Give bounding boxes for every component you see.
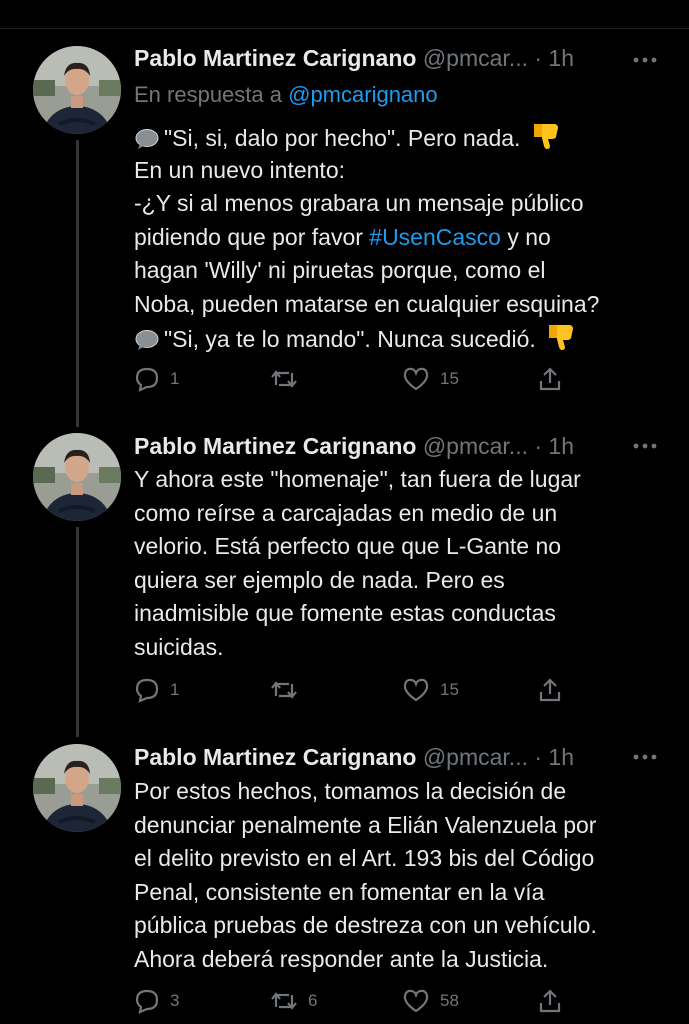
tweet-line: -¿Y si al menos grabara un mensaje públi… bbox=[134, 190, 584, 216]
tweet-line: Penal, consistente en fomentar en la vía bbox=[134, 878, 545, 905]
reply-icon bbox=[135, 367, 159, 392]
tweet-line: En un nuevo intento: bbox=[134, 156, 345, 183]
timestamp[interactable]: · 1h bbox=[534, 744, 574, 770]
tweet-line: Ahora deberá responder ante la Justicia. bbox=[134, 945, 549, 972]
tweet-line: "Si, si, dalo por hecho". Pero nada. bbox=[134, 120, 664, 154]
like-button[interactable]: 15 bbox=[402, 675, 459, 705]
like-button[interactable]: 58 bbox=[402, 986, 459, 1016]
tweet-line: suicidas. bbox=[134, 633, 224, 660]
author-name[interactable]: Pablo Martinez Carignano bbox=[134, 45, 416, 71]
timestamp[interactable]: · 1h bbox=[534, 45, 574, 71]
thumbs-down-icon bbox=[549, 325, 574, 350]
share-icon bbox=[539, 367, 561, 391]
tweet-line: inadmisible que fomente estas conductas bbox=[134, 600, 556, 626]
retweet-button[interactable]: 6 bbox=[270, 986, 317, 1016]
tweet-line: quiera ser ejemplo de nada. Pero es bbox=[134, 566, 505, 593]
tweet-header: Pablo Martinez Carignano @pmcar... · 1h bbox=[134, 742, 574, 772]
reply-icon bbox=[135, 678, 159, 703]
reply-to-handle[interactable]: @pmcarignano bbox=[288, 82, 438, 107]
retweet-icon bbox=[271, 992, 297, 1010]
retweet-icon[interactable] bbox=[270, 0, 292, 8]
profile-photo-icon bbox=[33, 46, 121, 134]
previous-tweet-action-bar bbox=[0, 0, 689, 29]
tweet-line: pidiendo que por favor #UsenCasco y no bbox=[134, 223, 551, 250]
like-icon bbox=[403, 989, 429, 1013]
avatar[interactable] bbox=[33, 433, 121, 521]
reply-count: 1 bbox=[170, 680, 180, 699]
author-handle[interactable]: @pmcar... bbox=[423, 45, 528, 71]
share-icon bbox=[539, 989, 561, 1013]
tweet-actions: 3 6 58 bbox=[134, 986, 574, 1016]
reply-icon bbox=[135, 989, 159, 1014]
author-name[interactable]: Pablo Martinez Carignano bbox=[134, 433, 416, 459]
reply-button[interactable]: 1 bbox=[134, 364, 179, 394]
like-icon bbox=[403, 367, 429, 391]
hashtag-link[interactable]: #UsenCasco bbox=[369, 224, 501, 250]
tweet-header: Pablo Martinez Carignano @pmcar... · 1h bbox=[134, 43, 574, 73]
tweet-actions: 1 15 bbox=[134, 364, 574, 394]
like-count: 15 bbox=[440, 680, 459, 699]
timestamp[interactable]: · 1h bbox=[534, 433, 574, 459]
reply-count: 3 bbox=[170, 991, 180, 1010]
more-icon[interactable] bbox=[630, 436, 660, 456]
retweet-count: 6 bbox=[308, 991, 318, 1010]
retweet-button[interactable] bbox=[270, 364, 308, 394]
tweet-line: Noba, pueden matarse en cualquier esquin… bbox=[134, 290, 600, 317]
reply-button[interactable]: 1 bbox=[134, 675, 179, 705]
reply-icon[interactable] bbox=[100, 0, 122, 8]
tweet-line: como reírse a carcajadas en medio de un bbox=[134, 499, 558, 526]
like-count: 58 bbox=[440, 991, 459, 1010]
reply-button[interactable]: 3 bbox=[134, 986, 179, 1016]
avatar[interactable] bbox=[33, 46, 121, 134]
tweet-line: "Si, ya te lo mando". Nunca sucedió. bbox=[134, 321, 664, 355]
thumbs-down-icon bbox=[533, 124, 558, 149]
retweet-icon bbox=[271, 681, 297, 699]
speech-bubble-icon bbox=[135, 330, 159, 350]
profile-photo-icon bbox=[33, 744, 121, 832]
retweet-button[interactable] bbox=[270, 675, 308, 705]
tweet-line: pública pruebas de destreza con un vehíc… bbox=[134, 912, 597, 938]
more-icon[interactable] bbox=[630, 747, 660, 767]
avatar[interactable] bbox=[33, 744, 121, 832]
tweet-line: hagan 'Willy' ni piruetas porque, como e… bbox=[134, 257, 546, 283]
thread-line bbox=[76, 140, 79, 427]
tweet-text: Por estos hechos, tomamos la decisión de… bbox=[134, 775, 664, 976]
author-name[interactable]: Pablo Martinez Carignano bbox=[134, 744, 416, 770]
reply-count: 1 bbox=[170, 369, 180, 388]
tweet-actions: 1 15 bbox=[134, 675, 574, 705]
reply-prefix: En respuesta a bbox=[134, 82, 282, 107]
author-handle[interactable]: @pmcar... bbox=[423, 433, 528, 459]
author-handle[interactable]: @pmcar... bbox=[423, 744, 528, 770]
share-icon bbox=[539, 678, 561, 702]
like-icon bbox=[403, 678, 429, 702]
speech-bubble-icon bbox=[135, 129, 159, 149]
share-button[interactable] bbox=[537, 675, 563, 705]
like-count: 15 bbox=[440, 369, 459, 388]
tweet-header: Pablo Martinez Carignano @pmcar... · 1h bbox=[134, 431, 574, 461]
share-icon[interactable] bbox=[567, 0, 589, 8]
share-button[interactable] bbox=[537, 986, 563, 1016]
tweet-text: Y ahora este "homenaje", tan fuera de lu… bbox=[134, 463, 664, 664]
more-icon[interactable] bbox=[630, 50, 660, 70]
tweet-text: "Si, si, dalo por hecho". Pero nada. En … bbox=[134, 120, 664, 355]
tweet-line: velorio. Está perfecto que que L-Gante n… bbox=[134, 533, 562, 559]
like-icon[interactable] bbox=[410, 0, 432, 8]
thread-line bbox=[76, 527, 79, 737]
like-button[interactable]: 15 bbox=[402, 364, 459, 394]
tweet-line: Y ahora este "homenaje", tan fuera de lu… bbox=[134, 466, 581, 492]
reply-context: En respuesta a @pmcarignano bbox=[134, 80, 438, 110]
tweet-line: Por estos hechos, tomamos la decisión de bbox=[134, 778, 567, 804]
profile-photo-icon bbox=[33, 433, 121, 521]
tweet-line: denunciar penalmente a Elián Valenzuela … bbox=[134, 811, 597, 838]
retweet-icon bbox=[271, 370, 297, 388]
tweet-line: el delito previsto en el Art. 193 bis de… bbox=[134, 845, 595, 871]
share-button[interactable] bbox=[537, 364, 563, 394]
